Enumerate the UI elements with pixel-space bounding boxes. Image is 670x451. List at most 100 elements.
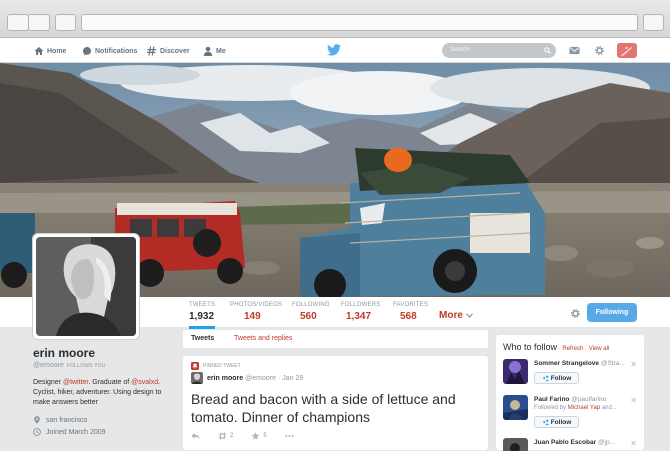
follow-button[interactable]: Follow [534,372,579,384]
suggestion-name-row: Sommer Strangelove @Stra... [534,360,634,367]
followed-by-link[interactable]: Michael Yap [568,405,600,411]
pin-icon [191,362,199,370]
stat-followers[interactable]: FOLLOWERS 1,347 [341,302,380,322]
suggestion-avatar[interactable] [503,395,528,420]
profile-bio: Designer @twitter. Graduate of @svalxd. … [33,378,173,408]
suggestion-name-row: Juan Pablo Escobar @jp... [534,439,634,446]
nav-home-label: Home [47,47,67,55]
stat-favorites-label: FAVORITES [393,302,429,308]
followed-by-note: Followed by Michael Yap and... [534,405,617,411]
suggestion-avatar[interactable] [503,438,528,451]
more-label: More [439,310,463,321]
favorite-action[interactable]: 5 [251,432,267,440]
who-to-follow-title: Who to follow [503,342,558,352]
new-tab-button[interactable] [643,14,664,31]
profile-handle[interactable]: @emoore [33,362,64,369]
location-pin-icon [34,416,40,424]
suggestion-handle: @jp... [597,439,616,446]
followed-by-suffix: and... [600,405,617,411]
search-icon[interactable] [544,47,551,54]
suggestion-item: Juan Pablo Escobar @jp... ✕ [503,438,641,451]
notifications-icon [83,47,91,56]
stat-favorites[interactable]: FAVORITES 568 [393,302,428,322]
suggestion-item: Paul Farino @paulfarino Followed by Mich… [503,395,641,428]
profile-settings-gear-icon[interactable] [570,308,581,319]
suggestion-name[interactable]: Juan Pablo Escobar [534,439,596,446]
suggestion-name[interactable]: Paul Farino [534,396,569,403]
address-bar[interactable] [81,14,638,31]
star-icon [252,432,260,440]
bio-text-1: Designer [33,379,63,386]
bio-text-2: . Graduate of [88,379,132,386]
suggestion-avatar[interactable] [503,359,528,384]
tab-tweets-and-replies[interactable]: Tweets and replies [234,335,292,342]
twitter-bird-logo[interactable] [327,44,341,56]
suggestion-item: Sommer Strangelove @Stra... Follow ✕ [503,359,641,391]
tweet-actions: 2 5 [191,432,294,440]
dismiss-close-icon[interactable]: ✕ [630,396,637,405]
nav-me[interactable]: Me [203,44,226,58]
profile-name[interactable]: erin moore [33,346,173,360]
tweet-author-handle[interactable]: @emoore [245,375,276,382]
more-actions[interactable] [285,432,294,440]
tweet-author-name[interactable]: erin moore [207,375,243,382]
compose-tweet-button[interactable] [617,43,637,58]
refresh-link[interactable]: Refresh [562,346,583,352]
hashtag-icon [147,46,156,56]
profile-handle-row: @emoore FOLLOWS YOU [33,362,173,369]
reply-action[interactable] [191,432,200,440]
following-button[interactable]: Following [587,303,637,322]
tweet-author: erin moore @emoore · Jan 29 [207,375,303,382]
tweet-text: Bread and bacon with a side of lettuce a… [191,391,456,425]
timeline-tabs: Tweets Tweets and replies [182,329,489,348]
retweet-count: 2 [230,433,234,439]
messages-icon[interactable] [569,45,580,56]
follows-you-badge: FOLLOWS YOU [66,363,106,369]
favorite-count: 5 [263,433,267,439]
stat-tweets-label: TWEETS [189,302,216,308]
tweet-author-avatar[interactable] [191,372,203,384]
view-all-link[interactable]: View all [589,346,610,352]
more-menu[interactable]: More [439,310,473,321]
tab-tweets[interactable]: Tweets [191,335,214,342]
retweet-icon [218,432,227,440]
joined-text: Joined March 2009 [46,428,106,436]
follow-button-label: Follow [550,418,572,426]
stat-favorites-value: 568 [400,311,417,322]
dismiss-close-icon[interactable]: ✕ [630,439,637,448]
search-input[interactable]: Search [442,43,556,58]
browser-chrome [0,0,670,38]
top-navigation: Home Notifications Discover Me Search [0,38,670,63]
suggestion-handle: @Stra... [600,360,625,367]
nav-notifications[interactable]: Notifications [82,44,137,58]
forward-button[interactable] [28,14,50,31]
calendar-clock-icon [33,428,41,436]
bio-link-twitter[interactable]: @twitter [63,379,88,386]
bio-link-svalxd[interactable]: @svalxd [131,379,158,386]
stat-tweets[interactable]: TWEETS 1,932 [189,302,216,329]
retweet-action[interactable]: 2 [218,432,233,440]
suggestion-handle: @paulfarino [571,396,607,403]
follow-button-label: Follow [550,374,572,382]
suggestion-name[interactable]: Sommer Strangelove [534,360,599,367]
tweet-date[interactable]: · Jan 29 [278,375,303,382]
sidebar-button[interactable] [55,14,76,31]
back-button[interactable] [7,14,29,31]
nav-discover[interactable]: Discover [147,44,190,58]
search-placeholder: Search [450,47,470,53]
who-to-follow-panel: Who to follow · Refresh · View all Somme… [495,334,645,451]
nav-home[interactable]: Home [34,44,66,58]
stat-followers-label: FOLLOWERS [341,302,381,308]
follow-person-icon [542,375,549,381]
followed-by-label: Followed by [534,405,568,411]
settings-gear-icon[interactable] [594,45,605,56]
dismiss-close-icon[interactable]: ✕ [630,360,637,369]
stat-following[interactable]: FOLLOWING 560 [292,302,330,322]
stat-following-value: 560 [300,311,317,322]
chevron-down-icon [465,313,473,318]
follow-button[interactable]: Follow [534,416,579,428]
nav-me-label: Me [216,47,226,55]
pinned-tweet[interactable]: PINNED TWEET erin moore @emoore · Jan 29… [182,355,489,451]
stat-photos-videos[interactable]: PHOTOS/VIDEOS 149 [230,302,282,322]
avatar[interactable] [32,233,140,340]
